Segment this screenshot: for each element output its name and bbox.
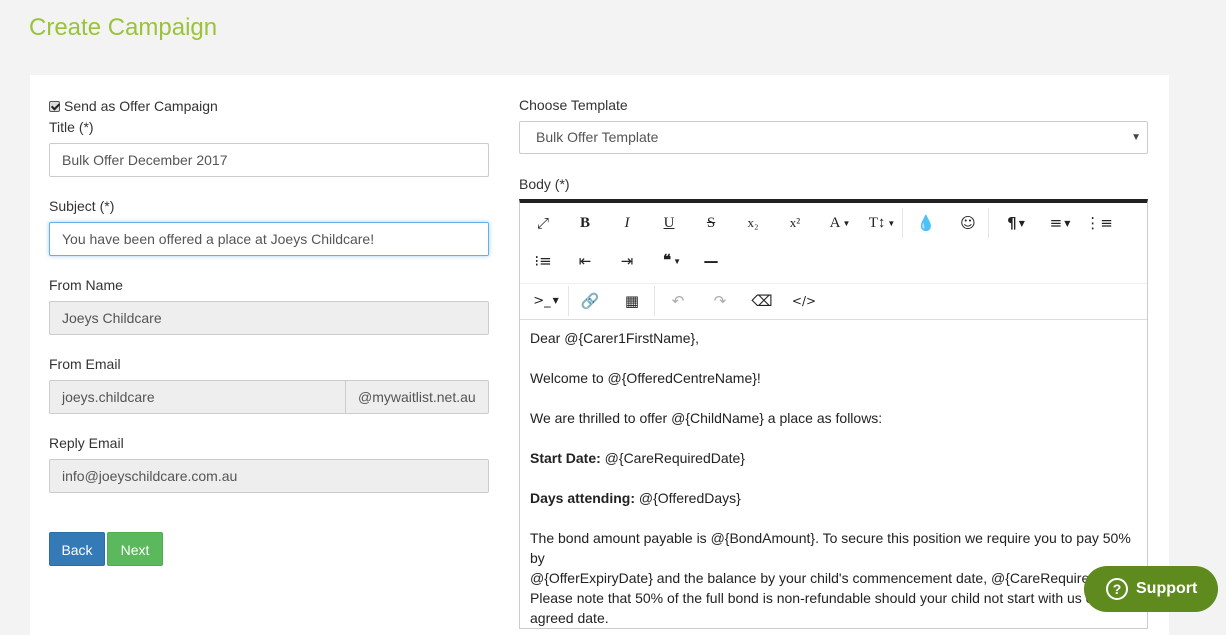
indent-icon[interactable]: ⇥ [610, 246, 644, 276]
bold-button[interactable]: B [568, 208, 602, 238]
redo-icon[interactable]: ↷ [703, 286, 737, 316]
next-button[interactable]: Next [107, 532, 163, 566]
support-label: Support [1136, 580, 1198, 597]
toolbar-row-divider [520, 283, 1147, 284]
from-name-label: From Name [49, 277, 123, 293]
toolbar-divider [568, 286, 569, 316]
undo-icon[interactable]: ↶ [661, 286, 695, 316]
special-chars-button[interactable]: >_ ▼ [526, 286, 566, 316]
table-icon[interactable]: ▦ [615, 286, 649, 316]
caret-down-icon: ▼ [552, 296, 559, 305]
from-name-input[interactable]: Joeys Childcare [49, 301, 489, 335]
start-date-value: @{CareRequiredDate} [600, 450, 745, 466]
help-icon: ? [1106, 578, 1128, 600]
quote-label: ❝ [663, 253, 672, 269]
offer-campaign-label: Send as Offer Campaign [64, 98, 218, 114]
caret-down-icon: ▼ [1018, 218, 1025, 228]
bond-paragraph: The bond amount payable is @{BondAmount}… [530, 528, 1137, 628]
subscript-button[interactable]: x₂ [736, 208, 770, 238]
days-attending-line: Days attending: @{OfferedDays} [530, 488, 1137, 508]
toolbar-divider [654, 286, 655, 316]
template-select-value: Bulk Offer Template [536, 129, 659, 145]
template-select[interactable]: Bulk Offer Template ▼ [519, 121, 1148, 154]
caret-down-icon: ▼ [842, 218, 851, 228]
offer-line: We are thrilled to offer @{ChildName} a … [530, 410, 883, 426]
bond-line-1: The bond amount payable is @{BondAmount}… [530, 530, 1131, 566]
choose-template-label: Choose Template [519, 97, 628, 113]
emoji-button[interactable]: ☺ [951, 208, 985, 238]
eraser-icon[interactable]: ⌫ [745, 286, 779, 316]
editor-content[interactable]: Dear @{Carer1FirstName}, Welcome to @{Of… [520, 320, 1147, 628]
start-date-label: Start Date: [530, 450, 601, 466]
bond-line-3: Please note that 50% of the full bond is… [530, 590, 1102, 606]
days-attending-label: Days attending: [530, 490, 636, 506]
page-title: Create Campaign [29, 14, 218, 41]
paragraph-format-button[interactable]: ¶ ▼ [994, 208, 1038, 238]
offer-campaign-checkbox[interactable] [49, 100, 60, 112]
toolbar-divider [902, 208, 903, 238]
font-color-button[interactable]: A ▼ [820, 208, 860, 238]
title-input[interactable]: Bulk Offer December 2017 [49, 143, 489, 177]
welcome-line: Welcome to @{OfferedCentreName}! [530, 370, 761, 386]
from-email-label: From Email [49, 356, 121, 372]
start-date-line: Start Date: @{CareRequiredDate} [530, 448, 1137, 468]
ink-drop-icon[interactable]: 💧 [909, 208, 943, 238]
title-label: Title (*) [49, 119, 94, 135]
back-button[interactable]: Back [49, 532, 105, 566]
greeting-line: Dear @{Carer1FirstName}, [530, 330, 700, 346]
font-size-button[interactable]: T↕ ▼ [862, 208, 902, 238]
strikethrough-button[interactable]: S [694, 208, 728, 238]
underline-button[interactable]: U [652, 208, 686, 238]
support-button[interactable]: ? Support [1084, 566, 1218, 612]
unordered-list-icon[interactable]: ⁝≡ [526, 246, 560, 276]
superscript-button[interactable]: x² [778, 208, 812, 238]
caret-down-icon: ▼ [887, 218, 896, 228]
body-label: Body (*) [519, 176, 570, 192]
fullscreen-icon[interactable]: ⤢ [526, 208, 560, 238]
horizontal-line-icon[interactable]: — [694, 246, 728, 276]
days-attending-value: @{OfferedDays} [635, 490, 741, 506]
caret-down-icon: ▼ [1064, 218, 1071, 228]
code-view-icon[interactable]: </> [787, 286, 821, 316]
reply-email-input[interactable]: info@joeyschildcare.com.au [49, 459, 489, 493]
align-button[interactable]: ≡ ▼ [1038, 208, 1082, 238]
outdent-icon[interactable]: ⇤ [568, 246, 602, 276]
body-editor[interactable]: ⤢ B I U S x₂ x² A ▼ T↕ ▼ 💧 ☺ ¶ ▼ ≡ ▼ ⋮≡ ⁝≡ ⇤… [519, 199, 1148, 629]
chevron-down-icon: ▼ [1131, 132, 1141, 143]
offer-campaign-checkbox-row[interactable]: Send as Offer Campaign [49, 98, 218, 114]
bond-line-4: agreed date. [530, 610, 609, 626]
bond-line-2: @{OfferExpiryDate} and the balance by yo… [530, 570, 1136, 586]
editor-toolbar: ⤢ B I U S x₂ x² A ▼ T↕ ▼ 💧 ☺ ¶ ▼ ≡ ▼ ⋮≡ ⁝≡ ⇤… [520, 203, 1147, 320]
ordered-list-icon[interactable]: ⋮≡ [1082, 208, 1116, 238]
from-email-input[interactable]: joeys.childcare [49, 380, 346, 414]
subject-input[interactable]: You have been offered a place at Joeys C… [49, 222, 489, 256]
link-icon[interactable]: 🔗 [573, 286, 607, 316]
paragraph-label: ¶ [1007, 214, 1017, 232]
reply-email-label: Reply Email [49, 435, 124, 451]
font-size-label: T↕ [868, 215, 886, 231]
toolbar-divider [988, 208, 989, 238]
font-color-label: A [829, 215, 841, 231]
from-email-domain-addon: @mywaitlist.net.au [346, 380, 489, 414]
italic-button[interactable]: I [610, 208, 644, 238]
quote-button[interactable]: ❝ ▼ [652, 246, 692, 276]
subject-label: Subject (*) [49, 198, 115, 214]
caret-down-icon: ▼ [673, 256, 681, 266]
